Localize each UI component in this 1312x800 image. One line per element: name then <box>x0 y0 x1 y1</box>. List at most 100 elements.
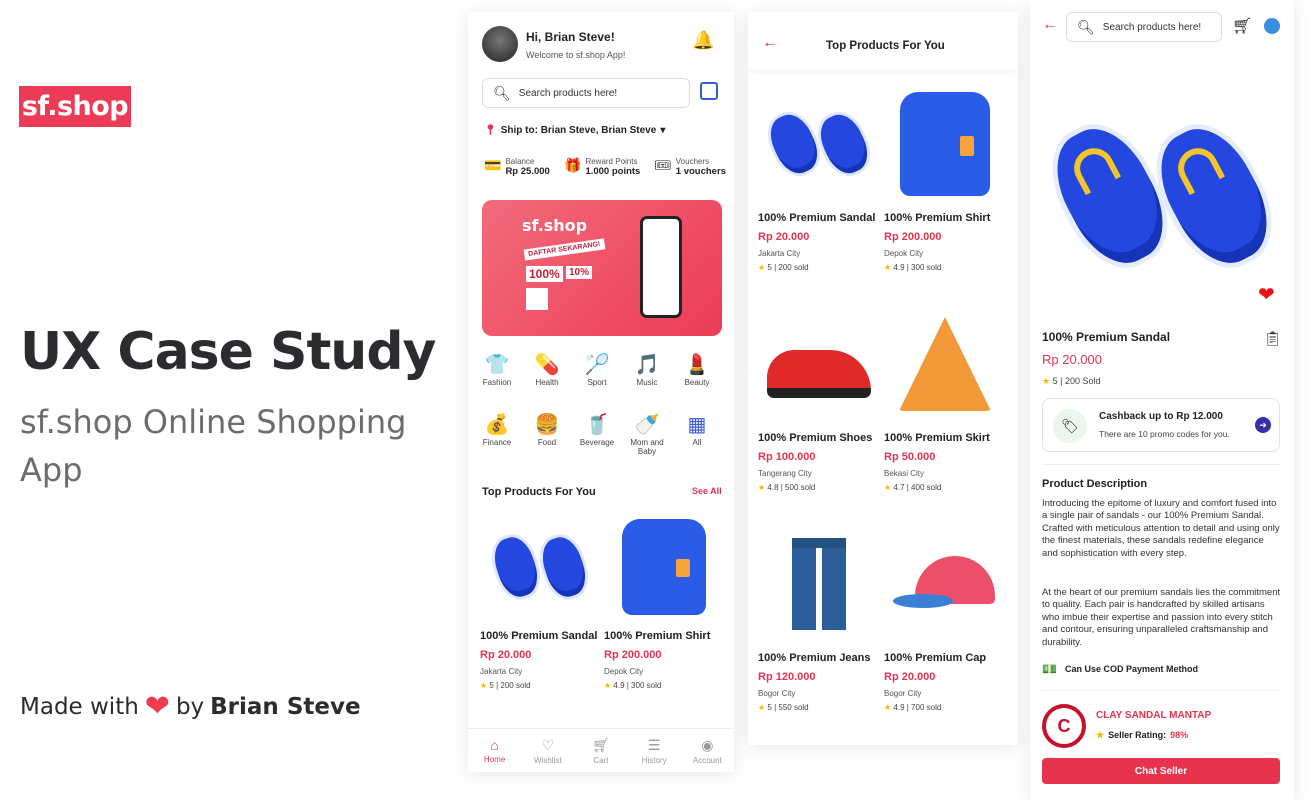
cart-icon[interactable]: 🛒︎ <box>1232 16 1252 36</box>
ship-to-selector[interactable]: 📍︎ Ship to: Brian Steve, Brian Steve ▾ <box>484 125 665 136</box>
nav-home[interactable]: ⌂ Home <box>469 737 521 764</box>
seller-name[interactable]: CLAY SANDAL MANTAP <box>1096 710 1211 721</box>
product-rating: 5 | 200 sold <box>489 681 531 690</box>
category-row-2: 💰 Finance 🍔 Food 🥤 Beverage 🍼 Mom and Baby ▦… <box>472 412 722 456</box>
category-sport[interactable]: 🏸 Sport <box>572 352 622 387</box>
phone-mockup <box>640 216 682 318</box>
search-input[interactable]: 🔍︎ Search products here! <box>482 78 690 108</box>
avatar[interactable] <box>482 26 518 62</box>
star-icon: ★ <box>884 263 892 272</box>
location-pin-icon: 📍︎ <box>484 125 497 136</box>
search-placeholder: Search products here! <box>518 87 618 99</box>
vouchers[interactable]: 🎟 Vouchers 1 vouchers <box>654 157 726 177</box>
seller-logo[interactable]: C <box>1042 704 1086 748</box>
product-price: Rp 120.000 <box>758 671 816 683</box>
chat-icon[interactable] <box>1264 18 1280 34</box>
back-arrow-icon[interactable]: ← <box>1042 16 1058 34</box>
vouchers-value: 1 vouchers <box>675 166 726 177</box>
product-card[interactable]: 100% Premium Shoes Rp 100.000 Tangerang … <box>758 306 880 492</box>
category-all[interactable]: ▦ All <box>672 412 722 456</box>
star-icon: ★ <box>480 681 488 690</box>
food-icon: 🍔 <box>534 414 560 436</box>
product-rating: 4.8 | 500 sold <box>767 483 816 492</box>
category-label: Mom and Baby <box>630 438 664 456</box>
product-rating: 4.7 | 400 sold <box>893 483 942 492</box>
cashback-card[interactable]: 🏷 Cashback up to Rp 12.000 There are 10 … <box>1042 398 1280 452</box>
seller-rating-value: 98% <box>1170 730 1189 740</box>
jeans-image <box>758 526 880 642</box>
author-name: Brian Steve <box>210 694 361 720</box>
seller-rating: ★ Seller Rating: 98% <box>1096 730 1188 741</box>
search-input[interactable]: 🔍︎ Search products here! <box>1066 12 1222 42</box>
star-icon: ★ <box>884 703 892 712</box>
product-card[interactable]: 100% Premium Skirt Rp 50.000 Bekasi City… <box>884 306 1006 492</box>
wallet-icon: 💳 <box>484 157 502 173</box>
banner-badge: DAFTAR SEKARANG! <box>523 238 605 261</box>
heart-icon: ❤ <box>144 689 170 724</box>
category-food[interactable]: 🍔 Food <box>522 412 572 456</box>
notification-icon[interactable]: 🔔 <box>692 30 714 51</box>
product-name: 100% Premium Shirt <box>604 630 711 642</box>
nav-account[interactable]: ◉ Account <box>681 737 733 765</box>
category-music[interactable]: 🎵 Music <box>622 352 672 387</box>
canvas: sf.shop UX Case Study sf.shop Online Sho… <box>0 0 1312 800</box>
chat-seller-button[interactable]: Chat Seller <box>1042 758 1280 784</box>
banner-pct-2: 10% <box>566 266 593 279</box>
product-card[interactable]: 100% Premium Sandal Rp 20.000 Jakarta Ci… <box>480 512 600 690</box>
favorite-heart-icon[interactable]: ❤ <box>1258 282 1275 307</box>
cod-info: 💵 Can Use COD Payment Method <box>1042 662 1198 676</box>
star-icon: ★ <box>604 681 612 690</box>
product-card[interactable]: 100% Premium Jeans Rp 120.000 Bogor City… <box>758 526 880 712</box>
nav-cart[interactable]: 🛒︎ Cart <box>575 737 627 765</box>
category-fashion[interactable]: 👕 Fashion <box>472 352 522 387</box>
credit-line: Made with ❤ by Brian Steve <box>20 692 361 722</box>
finance-icon: 💰 <box>484 414 510 436</box>
category-beauty[interactable]: 💄 Beauty <box>672 352 722 387</box>
product-price: Rp 50.000 <box>884 451 936 463</box>
nav-label: Wishlist <box>534 755 562 765</box>
nav-label: Cart <box>593 755 609 765</box>
product-card[interactable]: 100% Premium Cap Rp 20.000 Bogor City ★ … <box>884 526 1006 712</box>
search-icon: 🔍︎ <box>1077 18 1095 35</box>
category-label: All <box>692 438 702 447</box>
sport-icon: 🏸 <box>584 354 610 376</box>
cashback-subtitle: There are 10 promo codes for you. <box>1099 429 1230 439</box>
wishlist-icon: ♡ <box>541 736 555 753</box>
promo-banner[interactable]: sf.shop DAFTAR SEKARANG! 100% 10% <box>482 200 722 336</box>
back-arrow-icon[interactable]: ← <box>762 34 778 52</box>
banner-logo: sf.shop <box>522 216 588 235</box>
nav-wishlist[interactable]: ♡ Wishlist <box>522 737 574 765</box>
cash-icon: 💵 <box>1042 662 1057 676</box>
product-card[interactable]: 100% Premium Shirt Rp 200.000 Depok City… <box>884 86 1006 272</box>
category-label: Beauty <box>684 378 710 387</box>
home-icon: ⌂ <box>490 737 499 753</box>
cashback-icon: 🏷 <box>1053 409 1087 443</box>
product-card[interactable]: 100% Premium Sandal Rp 20.000 Jakarta Ci… <box>758 86 880 272</box>
arrow-right-icon[interactable]: ➜ <box>1255 417 1271 433</box>
points-label: Reward Points <box>585 157 638 166</box>
cashback-title: Cashback up to Rp 12.000 <box>1099 411 1223 422</box>
category-beverage[interactable]: 🥤 Beverage <box>572 412 622 456</box>
category-finance[interactable]: 💰 Finance <box>472 412 522 456</box>
category-row-1: 👕 Fashion 💊 Health 🏸 Sport 🎵 Music 💄 Beauty <box>472 352 722 387</box>
category-health[interactable]: 💊 Health <box>522 352 572 387</box>
see-all-link[interactable]: See All <box>692 486 722 496</box>
clipboard-icon[interactable]: 📋︎ <box>1264 330 1282 347</box>
product-card[interactable]: 100% Premium Shirt Rp 200.000 Depok City… <box>604 512 724 690</box>
scan-icon[interactable] <box>700 82 718 100</box>
wallet-balance[interactable]: 💳 Balance Rp 25.000 <box>484 157 550 177</box>
cap-image <box>884 526 1006 642</box>
sandal-image <box>480 512 600 622</box>
case-study-title: UX Case Study <box>20 322 436 382</box>
category-label: Beverage <box>579 438 615 447</box>
shirt-image <box>604 512 724 622</box>
seller-rating-label: Seller Rating: <box>1108 730 1167 740</box>
nav-history[interactable]: ☰ History <box>628 737 680 765</box>
star-icon: ★ <box>758 703 766 712</box>
qr-code <box>526 288 548 310</box>
shoe-image <box>758 306 880 422</box>
category-mom-baby[interactable]: 🍼 Mom and Baby <box>622 412 672 456</box>
reward-points[interactable]: 🎁 Reward Points 1.000 points <box>564 157 640 177</box>
points-value: 1.000 points <box>585 166 641 177</box>
section-title: Top Products For You <box>482 486 596 498</box>
